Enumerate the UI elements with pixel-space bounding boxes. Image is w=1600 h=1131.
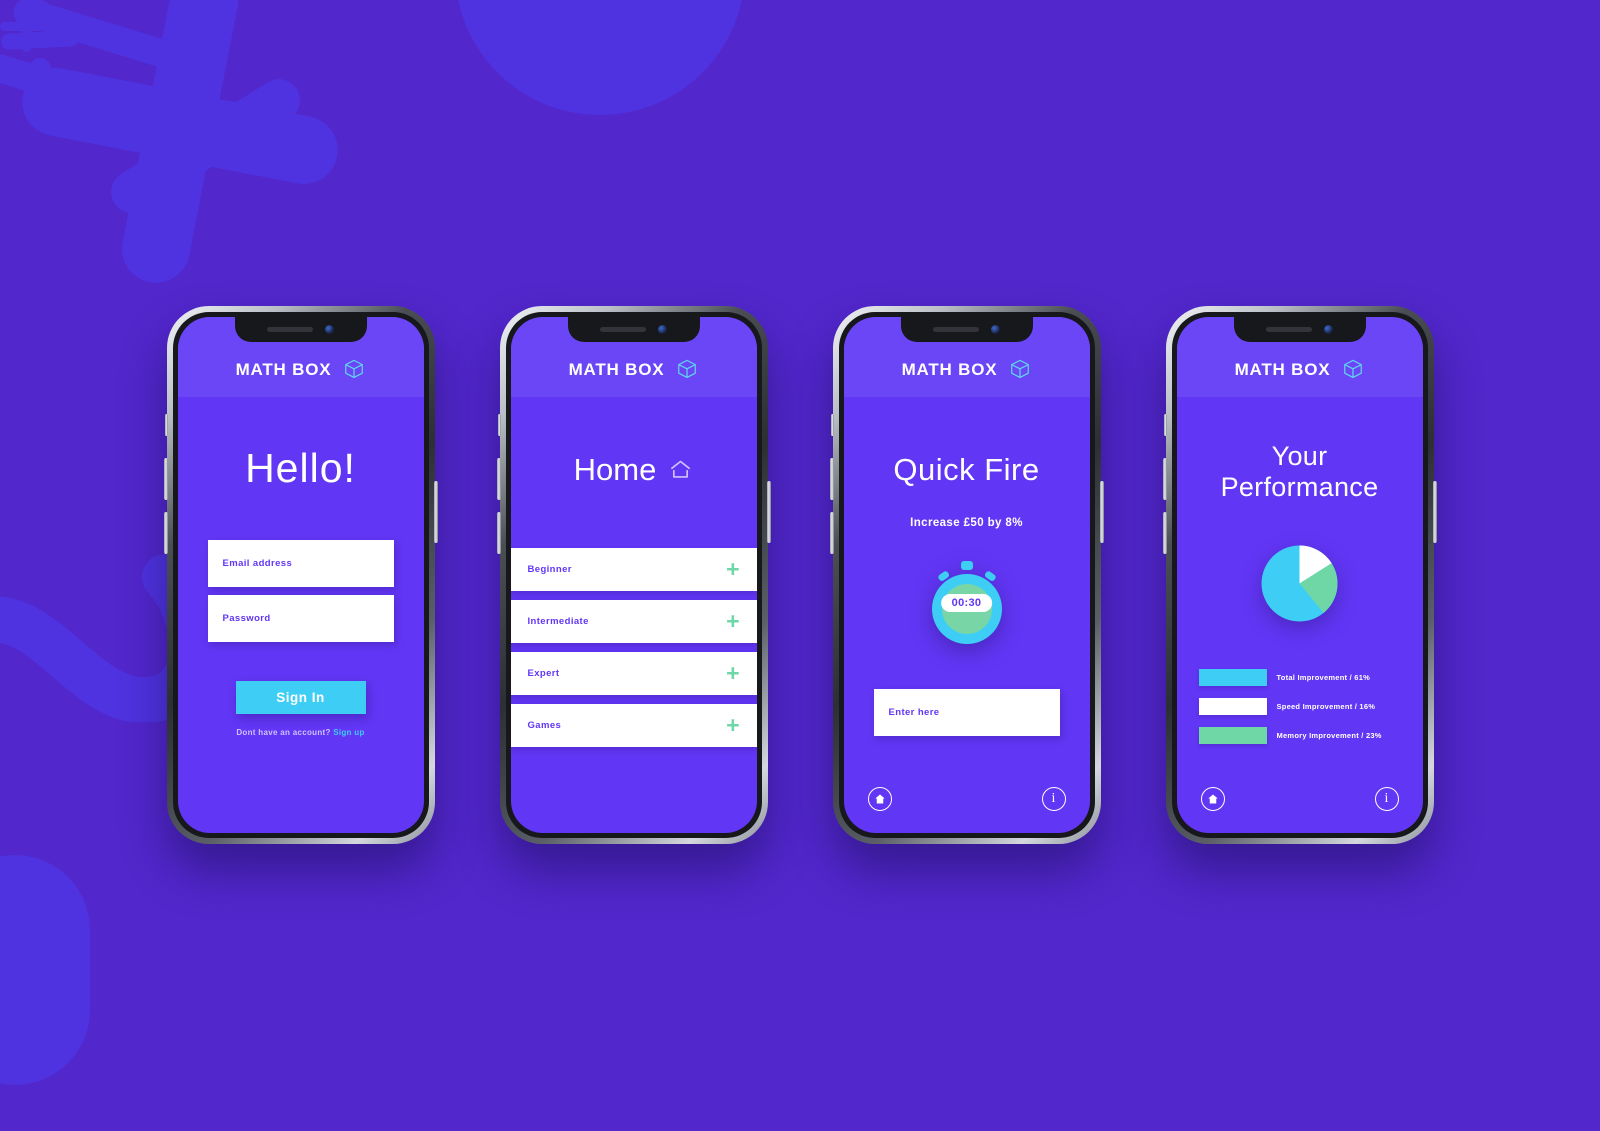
phone-notch	[1233, 316, 1366, 342]
signup-prompt: Dont have an account? Sign up	[208, 728, 394, 737]
nav-home-button[interactable]	[1200, 786, 1225, 811]
signup-link[interactable]: Sign up	[333, 728, 364, 737]
list-item[interactable]: Beginner +	[510, 547, 757, 591]
phone-performance: MATH BOX Your Performance Total Improvem…	[1162, 305, 1437, 844]
list-item-label: Expert	[527, 667, 560, 679]
list-item-label: Intermediate	[527, 615, 589, 627]
phone-home: MATH BOX Home Beginner + Intermediate + …	[496, 305, 771, 844]
phone-notch	[900, 316, 1033, 342]
page-title-text: Home	[573, 451, 657, 487]
legend-item: Speed Improvement / 16%	[1198, 698, 1401, 716]
nav-info-button[interactable]: i	[1041, 786, 1066, 811]
speaker-grille	[933, 326, 979, 332]
signin-button[interactable]: Sign In	[235, 680, 366, 714]
plus-icon[interactable]: +	[726, 557, 739, 581]
cube-icon	[1342, 358, 1364, 380]
signin-form: Email address Password Sign In Dont have…	[207, 539, 394, 737]
list-item-label: Games	[527, 719, 562, 731]
front-camera-icon	[658, 324, 667, 334]
cube-icon	[676, 358, 698, 380]
password-field-label: Password	[222, 612, 271, 624]
app-title: MATH BOX	[1234, 359, 1331, 379]
page-title-line1: Your	[1271, 440, 1328, 471]
legend-label: Total Improvement / 61%	[1276, 673, 1371, 683]
phone-signin: MATH BOX Hello! Email address Password S…	[163, 305, 438, 844]
page-title: Your Performance	[1177, 441, 1423, 505]
home-icon	[668, 457, 693, 482]
list-item-label: Beginner	[527, 563, 572, 575]
legend-swatch-total	[1198, 669, 1267, 687]
legend-swatch-memory	[1198, 727, 1267, 745]
cube-icon	[343, 358, 365, 380]
bottom-nav: i	[844, 786, 1090, 811]
page-title-line2: Performance	[1220, 472, 1379, 503]
phone-notch	[567, 316, 700, 342]
list-item[interactable]: Games +	[510, 703, 757, 747]
bottom-nav: i	[1177, 786, 1423, 811]
list-item[interactable]: Intermediate +	[510, 599, 757, 643]
info-icon: i	[1051, 790, 1056, 806]
timer-value: 00:30	[940, 593, 993, 612]
home-icon	[874, 793, 886, 805]
plus-icon[interactable]: +	[726, 661, 739, 685]
front-camera-icon	[991, 324, 1000, 334]
stopwatch-icon: 00:30	[923, 559, 1011, 647]
answer-input[interactable]: Enter here	[873, 688, 1060, 736]
plus-icon[interactable]: +	[726, 609, 739, 633]
speaker-grille	[600, 326, 646, 332]
nav-info-button[interactable]: i	[1374, 786, 1399, 811]
speaker-grille	[1266, 326, 1312, 332]
legend-swatch-speed	[1198, 698, 1267, 716]
email-field[interactable]: Email address	[207, 539, 394, 587]
legend-item: Memory Improvement / 23%	[1198, 727, 1401, 745]
phone-notch	[234, 316, 367, 342]
phone-quickfire: MATH BOX Quick Fire Increase £50 by 8% 0…	[829, 305, 1104, 844]
page-title: Quick Fire	[893, 451, 1040, 487]
cube-icon	[1009, 358, 1031, 380]
signup-prompt-text: Dont have an account?	[236, 727, 331, 737]
performance-legend: Total Improvement / 61% Speed Improvemen…	[1198, 669, 1401, 756]
info-icon: i	[1384, 790, 1389, 806]
plus-icon[interactable]: +	[726, 713, 739, 737]
front-camera-icon	[1324, 324, 1333, 334]
legend-label: Speed Improvement / 16%	[1276, 702, 1376, 712]
page-title: Hello!	[245, 444, 356, 491]
nav-home-button[interactable]	[867, 786, 892, 811]
legend-item: Total Improvement / 61%	[1198, 669, 1401, 687]
app-title: MATH BOX	[235, 359, 332, 379]
answer-input-placeholder: Enter here	[888, 706, 940, 718]
speaker-grille	[267, 326, 313, 332]
email-field-label: Email address	[222, 557, 293, 569]
performance-pie-chart	[1252, 536, 1347, 631]
home-icon	[1207, 793, 1219, 805]
list-item[interactable]: Expert +	[510, 651, 757, 695]
level-list: Beginner + Intermediate + Expert + Games…	[510, 547, 757, 756]
front-camera-icon	[325, 324, 334, 334]
app-title: MATH BOX	[568, 359, 665, 379]
page-title: Home	[511, 452, 757, 488]
phone-mockups: MATH BOX Hello! Email address Password S…	[0, 0, 1600, 1131]
app-title: MATH BOX	[901, 359, 998, 379]
legend-label: Memory Improvement / 23%	[1276, 731, 1382, 741]
password-field[interactable]: Password	[207, 594, 394, 642]
question-text: Increase £50 by 8%	[910, 516, 1023, 529]
